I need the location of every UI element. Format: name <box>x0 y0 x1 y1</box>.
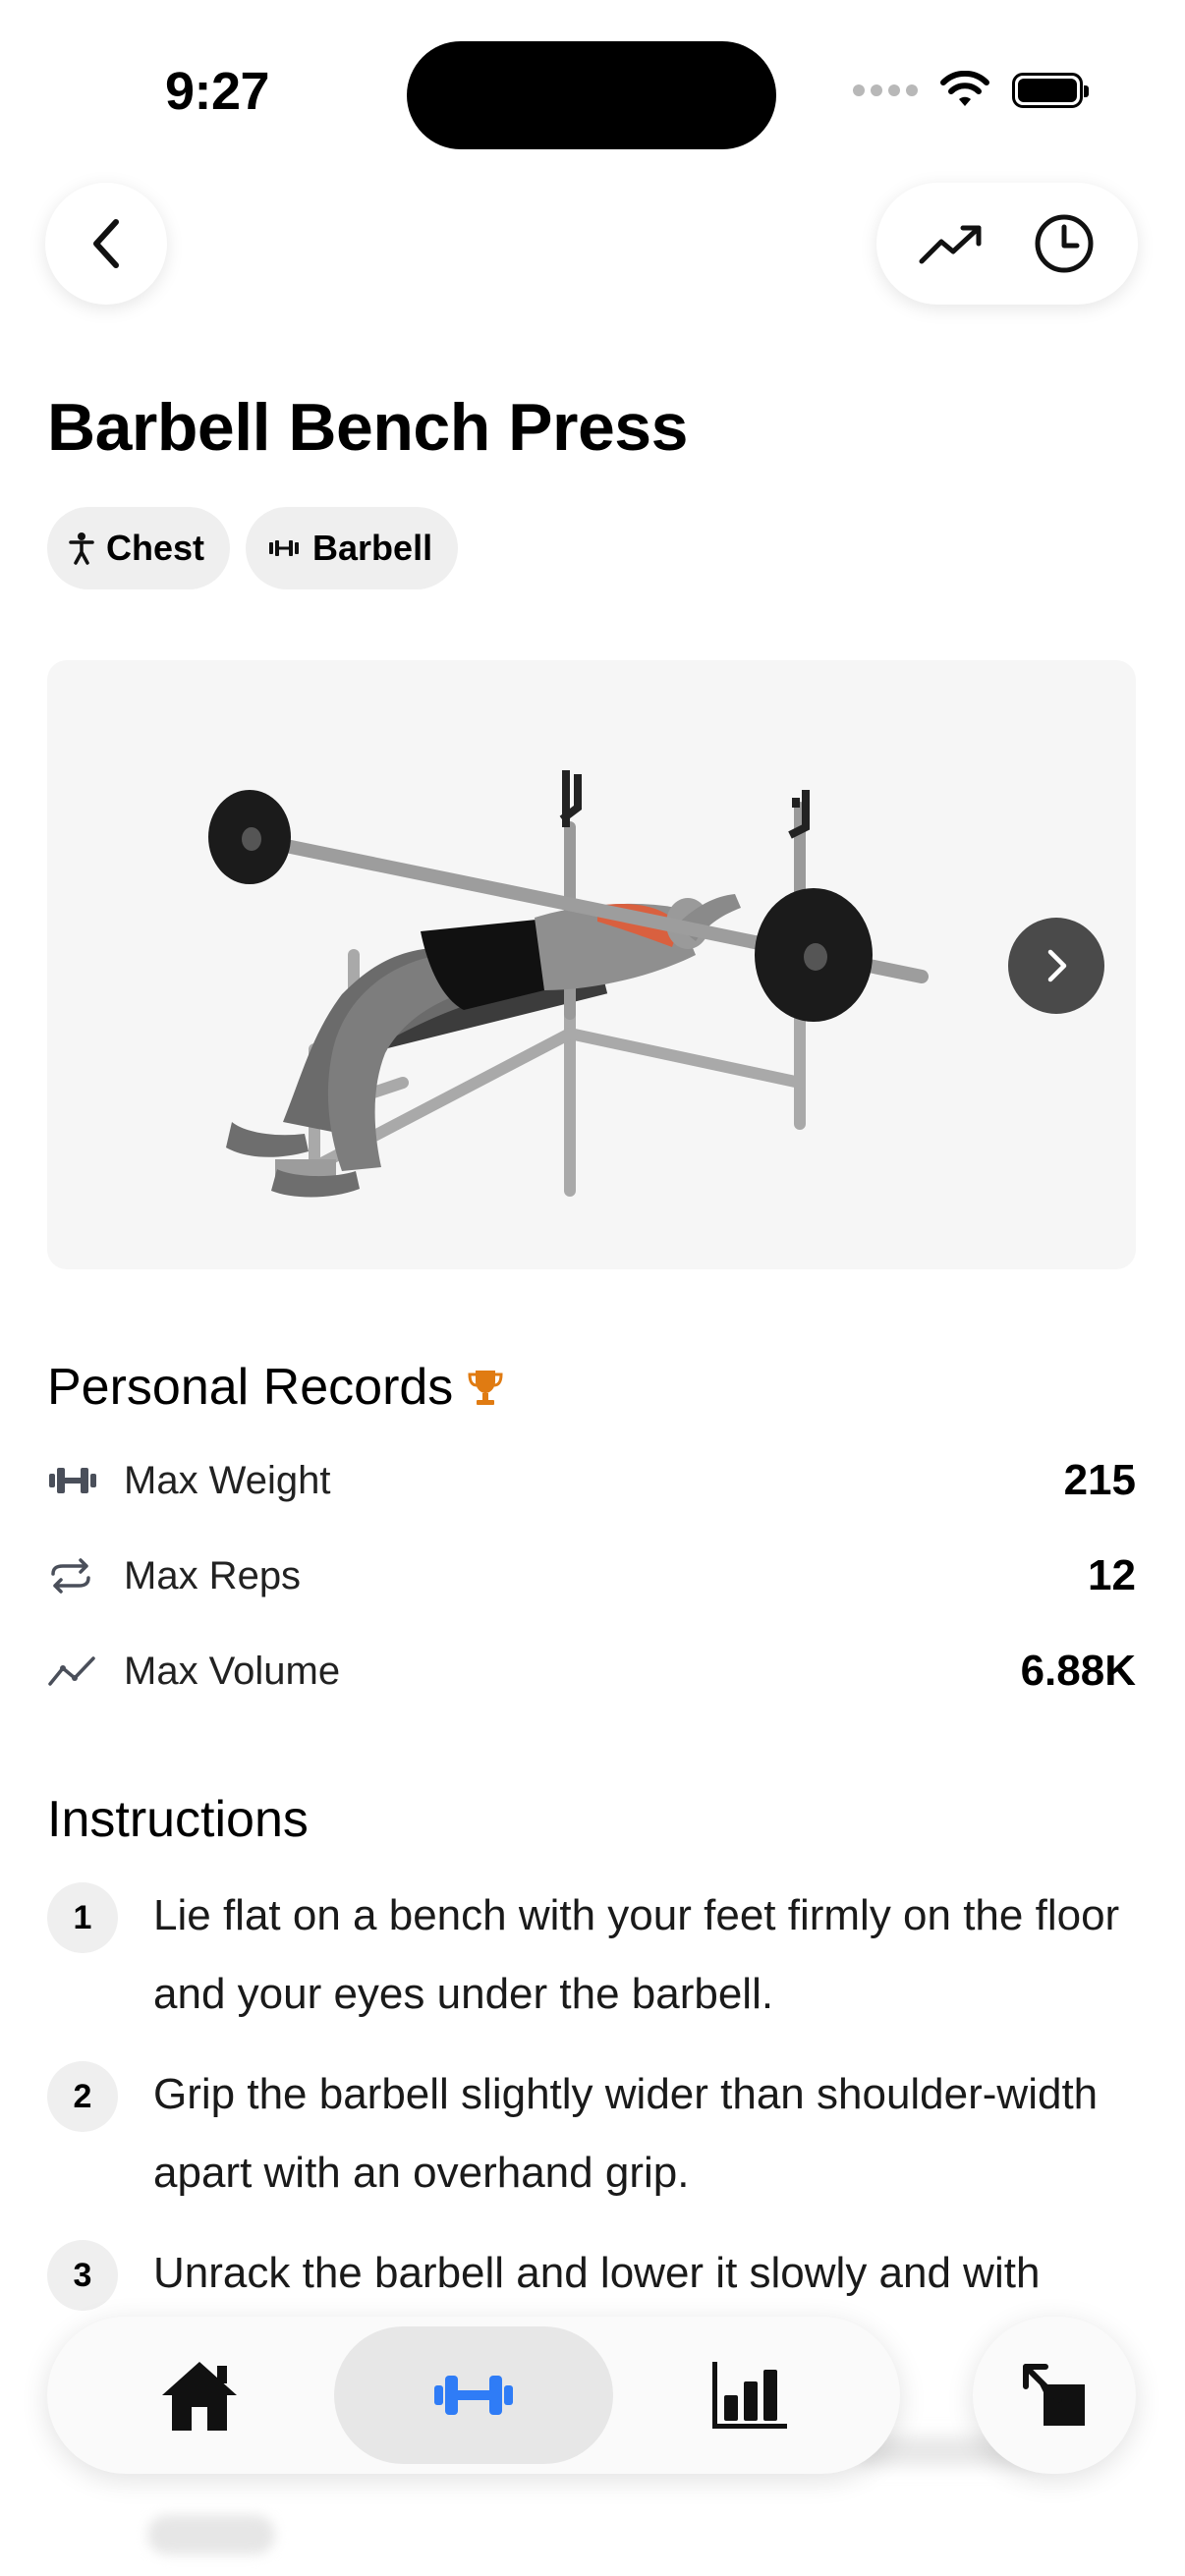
record-value: 12 <box>1088 1551 1136 1599</box>
blurred-content <box>147 2515 275 2554</box>
battery-icon <box>1012 73 1089 108</box>
wifi-icon <box>940 71 989 106</box>
tab-workouts[interactable] <box>334 2326 613 2464</box>
home-icon <box>162 2362 237 2431</box>
step-number: 2 <box>47 2061 118 2132</box>
history-button[interactable] <box>1015 195 1113 293</box>
cellular-icon <box>853 84 918 96</box>
nav-actions <box>876 183 1138 305</box>
instruction-step: 3 Unrack the barbell and lower it slowly… <box>47 2240 1148 2313</box>
expand-arrow-icon <box>1023 2364 1085 2426</box>
next-image-button[interactable] <box>1008 918 1104 1014</box>
tag-barbell[interactable]: Barbell <box>246 507 459 589</box>
bench-press-figure <box>208 770 929 1198</box>
record-value: 215 <box>1063 1456 1136 1504</box>
step-number: 1 <box>47 1882 118 1953</box>
dynamic-island <box>407 41 776 149</box>
record-max-weight: Max Weight 215 <box>47 1446 1136 1515</box>
record-label: Max Reps <box>124 1553 302 1597</box>
instruction-step: 1 Lie flat on a bench with your feet fir… <box>47 1882 1148 2034</box>
tab-bar <box>47 2317 900 2474</box>
instruction-step: 2 Grip the barbell slightly wider than s… <box>47 2061 1148 2212</box>
status-icons <box>853 71 1089 110</box>
expand-button[interactable] <box>973 2317 1136 2474</box>
body-icon <box>69 532 94 565</box>
instructions-heading: Instructions <box>47 1791 309 1848</box>
repeat-icon <box>47 1558 102 1594</box>
personal-records-heading: Personal Records <box>47 1358 504 1417</box>
status-time: 9:27 <box>165 62 270 121</box>
back-button[interactable] <box>45 183 167 305</box>
exercise-illustration <box>47 660 1136 1269</box>
trending-up-icon <box>919 225 981 264</box>
barbell-icon <box>269 540 300 556</box>
trend-icon <box>47 1654 102 1688</box>
record-max-volume: Max Volume 6.88K <box>47 1637 1136 1706</box>
tab-stats[interactable] <box>637 2317 863 2474</box>
progress-button[interactable] <box>902 195 1000 293</box>
tag-label: Chest <box>106 528 205 568</box>
trophy-icon <box>468 1371 503 1405</box>
tag-chest[interactable]: Chest <box>47 507 231 589</box>
clock-icon <box>1035 214 1093 273</box>
step-text: Lie flat on a bench with your feet firml… <box>153 1891 1120 2018</box>
step-text: Grip the barbell slightly wider than sho… <box>153 2070 1099 2197</box>
record-label: Max Weight <box>124 1458 331 1502</box>
tag-label: Barbell <box>312 528 433 568</box>
tab-home[interactable] <box>86 2317 312 2474</box>
chevron-left-icon <box>93 219 119 268</box>
step-text: Unrack the barbell and lower it slowly a… <box>153 2249 1041 2297</box>
record-label: Max Volume <box>124 1649 341 1693</box>
chevron-right-icon <box>1047 949 1067 982</box>
bar-chart-icon <box>712 2362 787 2429</box>
page-title: Barbell Bench Press <box>47 390 688 465</box>
dumbbell-icon <box>47 1466 102 1495</box>
exercise-tags: Chest Barbell <box>47 507 459 589</box>
step-number: 3 <box>47 2240 118 2311</box>
record-max-reps: Max Reps 12 <box>47 1541 1136 1610</box>
section-title: Personal Records <box>47 1359 454 1416</box>
dumbbell-icon <box>434 2376 513 2415</box>
record-value: 6.88K <box>1020 1647 1136 1695</box>
